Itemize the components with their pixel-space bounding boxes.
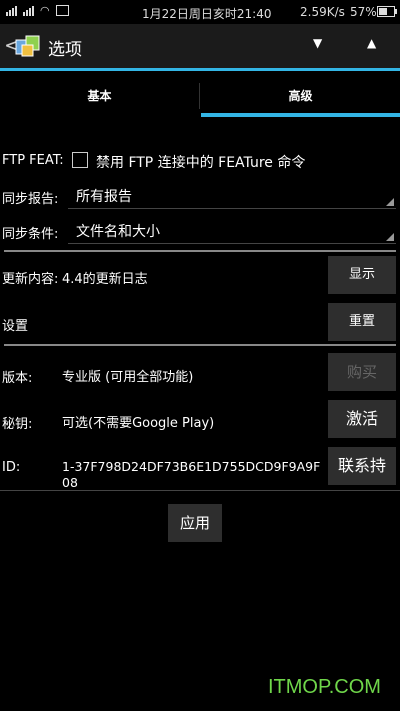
id-value: 1-37F798D24DF73B6E1D755DCD9F9A9F08 bbox=[62, 459, 321, 490]
sync-condition-spinner[interactable]: 文件名和大小 bbox=[68, 217, 396, 244]
battery-icon bbox=[377, 6, 397, 17]
divider bbox=[4, 250, 396, 252]
watermark: ITMOP.COM bbox=[268, 676, 381, 698]
sync-report-spinner[interactable]: 所有报告 bbox=[68, 182, 396, 209]
chevron-down-icon[interactable]: ▼ bbox=[313, 36, 322, 50]
app-logo-icon bbox=[15, 35, 40, 57]
accent-line bbox=[0, 68, 400, 71]
tab-bar: 基本 高级 bbox=[0, 79, 400, 117]
show-changelog-button[interactable]: 显示 bbox=[328, 256, 396, 294]
status-bar: ◠ 1月22日周日亥时21:40 2.59K/s 57% bbox=[0, 0, 400, 24]
chevron-up-icon[interactable]: ▲ bbox=[367, 36, 376, 50]
version-label: 版本: bbox=[2, 371, 33, 386]
reset-button[interactable]: 重置 bbox=[328, 303, 396, 341]
dropdown-icon bbox=[386, 198, 394, 206]
ftp-feat-text[interactable]: 禁用 FTP 连接中的 FEATure 命令 bbox=[96, 152, 396, 172]
sync-condition-value: 文件名和大小 bbox=[76, 224, 160, 240]
apply-button[interactable]: 应用 bbox=[168, 504, 222, 542]
status-time: 1月22日周日亥时21:40 bbox=[142, 7, 272, 21]
dropdown-icon bbox=[386, 233, 394, 241]
divider bbox=[0, 490, 400, 491]
id-label: ID: bbox=[2, 460, 21, 475]
key-label: 秘钥: bbox=[2, 417, 33, 432]
version-value: 专业版 (可用全部功能) bbox=[62, 370, 194, 385]
divider bbox=[4, 344, 396, 346]
signal-icon-2 bbox=[23, 6, 34, 16]
signal-icons: ◠ bbox=[6, 5, 69, 16]
sync-condition-label: 同步条件: bbox=[2, 227, 59, 242]
update-label: 更新内容: bbox=[2, 272, 59, 287]
image-icon bbox=[55, 5, 69, 16]
action-bar: < 选项 ▼ ▲ bbox=[0, 24, 400, 68]
settings-label: 设置 bbox=[2, 319, 29, 334]
ftp-feat-label: FTP FEAT: bbox=[2, 153, 64, 168]
key-value: 可选(不需要Google Play) bbox=[62, 416, 215, 431]
network-speed: 2.59K/s bbox=[300, 5, 345, 19]
tab-basic[interactable]: 基本 bbox=[0, 79, 199, 117]
update-value: 4.4的更新日志 bbox=[62, 272, 148, 287]
wifi-icon: ◠ bbox=[40, 4, 50, 17]
ftp-feat-checkbox[interactable] bbox=[72, 152, 88, 168]
tab-divider bbox=[199, 83, 200, 109]
battery-percent: 57% bbox=[350, 5, 377, 19]
page-title: 选项 bbox=[48, 40, 82, 60]
contact-support-button[interactable]: 联系持 bbox=[328, 447, 396, 485]
sync-report-value: 所有报告 bbox=[76, 189, 132, 205]
tab-advanced[interactable]: 高级 bbox=[201, 79, 400, 117]
signal-icon bbox=[6, 6, 17, 16]
activate-button[interactable]: 激活 bbox=[328, 400, 396, 438]
sync-report-label: 同步报告: bbox=[2, 192, 59, 207]
buy-button[interactable]: 购买 bbox=[328, 353, 396, 391]
